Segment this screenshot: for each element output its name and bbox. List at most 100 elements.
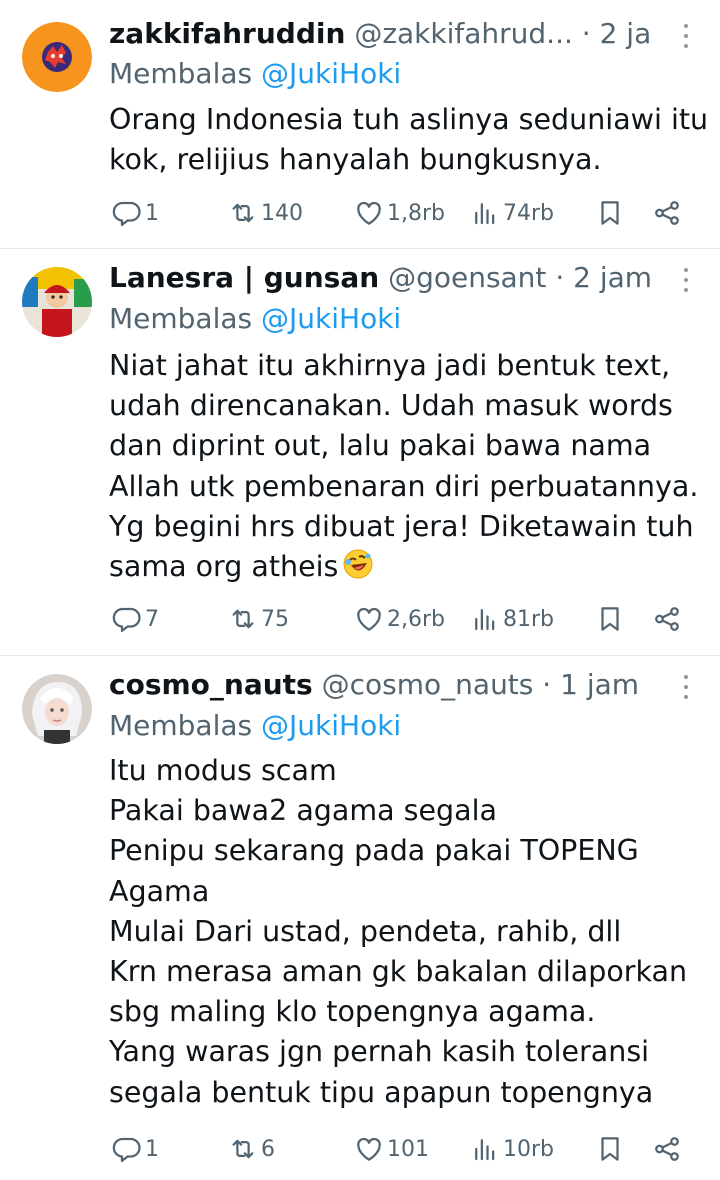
retweet-count: 6 [261,1136,275,1162]
like-count: 101 [387,1136,429,1162]
views-button[interactable]: 74rb [470,193,554,233]
reply-prefix: Membalas [109,57,253,90]
tweet-text: Orang Indonesia tuh aslinya seduniawi it… [109,100,708,180]
bookmark-button[interactable] [595,193,625,233]
tweet-text: Niat jahat itu akhirnya jadi bentuk text… [109,346,699,587]
views-count: 74rb [503,200,555,226]
retweet-count: 140 [261,200,303,226]
bookmark-button[interactable] [595,1129,625,1169]
text-line: udah direncanakan. Udah masuk words [109,389,673,423]
retweet-icon [228,198,258,228]
retweet-button[interactable]: 140 [228,193,303,233]
like-button[interactable]: 2,6rb [354,599,445,639]
share-button[interactable] [652,599,682,639]
bookmark-icon [595,198,625,228]
avatar[interactable] [22,674,92,744]
mention-link[interactable]: @JukiHoki [261,302,401,335]
action-bar: 7 75 2,6rb 81rb [0,599,720,639]
views-icon [470,604,500,634]
text-line: segala bentuk tipu apapun topengnya [109,1075,654,1109]
text-line: Allah utk pembenaran diri perbuatannya. [109,469,699,503]
reply-tweet[interactable]: cosmo_nauts @cosmo_nauts · 1 jam Membala… [0,656,720,1180]
heart-icon [354,198,384,228]
share-icon [652,604,682,634]
display-name[interactable]: cosmo_nauts [109,668,313,701]
display-name[interactable]: zakkifahruddin [109,17,345,50]
user-handle[interactable]: @zakkifahrud... [354,17,573,50]
text-line: Yg begini hrs dibuat jera! Diketawain tu… [109,509,694,543]
avatar[interactable] [22,267,92,337]
like-button[interactable]: 101 [354,1129,429,1169]
text-line: dan diprint out, lalu pakai bawa nama [109,429,652,463]
user-handle[interactable]: @goensant [388,261,546,294]
reply-feed: zakkifahruddin @zakkifahrud... · 2 jam M… [0,0,720,1180]
action-bar: 1 6 101 10rb [0,1129,720,1169]
heart-icon [354,604,384,634]
text-line: sbg maling klo topengnya agama. [109,995,596,1029]
reply-button[interactable]: 1 [112,193,159,233]
timestamp[interactable]: · 2 jam [582,17,650,50]
retweet-icon [228,1134,258,1164]
reply-context: Membalas @JukiHoki [109,707,401,745]
heart-icon [354,1134,384,1164]
reply-context: Membalas @JukiHoki [109,300,401,338]
share-icon [652,1134,682,1164]
reply-button[interactable]: 7 [112,599,159,639]
reply-icon [112,1134,142,1164]
share-button[interactable] [652,193,682,233]
mention-link[interactable]: @JukiHoki [261,709,401,742]
reply-prefix: Membalas [109,302,253,335]
views-icon [470,198,500,228]
reply-prefix: Membalas [109,709,253,742]
text-fragment: sama org atheis [109,550,339,584]
tweet-header: zakkifahruddin @zakkifahrud... · 2 jam [109,14,650,54]
action-bar: 1 140 1,8rb 74rb [0,193,720,233]
retweet-icon [228,604,258,634]
user-handle[interactable]: @cosmo_nauts [322,668,534,701]
bookmark-icon [595,1134,625,1164]
views-icon [470,1134,500,1164]
views-button[interactable]: 10rb [470,1129,554,1169]
text-line: Penipu sekarang pada pakai TOPENG [109,834,639,868]
display-name[interactable]: Lanesra | gunsan [109,261,379,294]
mention-link[interactable]: @JukiHoki [261,57,401,90]
share-icon [652,198,682,228]
reply-tweet[interactable]: zakkifahruddin @zakkifahrud... · 2 jam M… [0,0,720,249]
text-line: Yang waras jgn pernah kasih toleransi [109,1035,650,1069]
reply-icon [112,604,142,634]
avatar-image [22,674,92,744]
reply-count: 1 [145,200,159,226]
reply-count: 7 [145,606,159,632]
reply-button[interactable]: 1 [112,1129,159,1169]
text-line: Mulai Dari ustad, pendeta, rahib, dll [109,914,622,948]
tweet-header: Lanesra | gunsan @goensant · 2 jam [109,258,650,298]
tweet-text: Itu modus scam Pakai bawa2 agama segala … [109,751,687,1113]
text-line: Itu modus scam [109,754,337,787]
avatar[interactable] [22,22,92,92]
retweet-button[interactable]: 6 [228,1129,275,1169]
retweet-button[interactable]: 75 [228,599,289,639]
retweet-count: 75 [261,606,289,632]
reply-count: 1 [145,1136,159,1162]
rolling-on-floor-laughing-emoji [343,549,373,579]
text-line-with-emoji: sama org atheis [109,547,680,587]
like-count: 2,6rb [387,606,445,632]
share-button[interactable] [652,1129,682,1169]
views-count: 10rb [503,1136,555,1162]
avatar-image [22,267,92,337]
more-options-icon[interactable] [680,265,692,295]
tweet-header: cosmo_nauts @cosmo_nauts · 1 jam [109,665,650,705]
more-options-icon[interactable] [680,21,692,51]
reply-tweet[interactable]: Lanesra | gunsan @goensant · 2 jam Memba… [0,249,720,656]
more-options-icon[interactable] [680,672,692,702]
bookmark-button[interactable] [595,599,625,639]
reply-context: Membalas @JukiHoki [109,55,401,93]
timestamp[interactable]: · 1 jam [542,668,639,701]
views-count: 81rb [503,606,555,632]
timestamp[interactable]: · 2 jam [555,261,650,294]
bookmark-icon [595,604,625,634]
reply-icon [112,198,142,228]
avatar-image [22,22,92,92]
views-button[interactable]: 81rb [470,599,554,639]
like-button[interactable]: 1,8rb [354,193,445,233]
